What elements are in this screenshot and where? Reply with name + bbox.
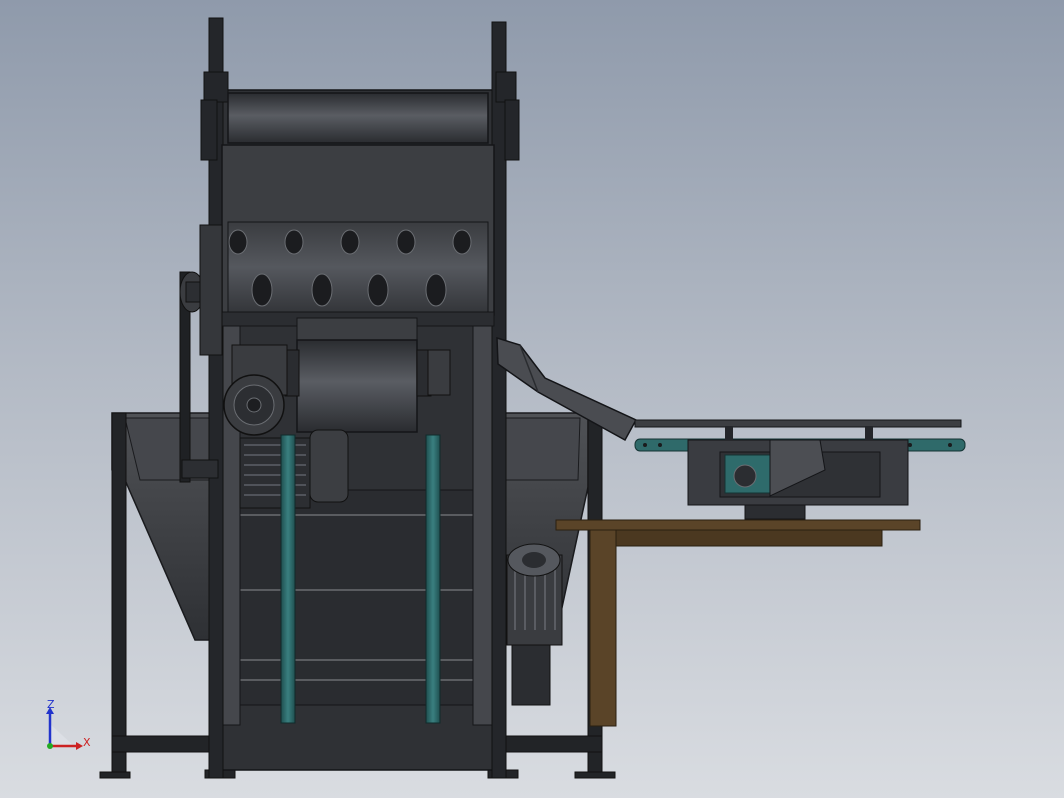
x-axis-label: X [83,736,91,749]
machine-model-render[interactable] [0,0,1064,798]
lower-roller [284,317,432,433]
coordinate-triad: Z X [38,696,98,756]
crusher-drum [221,144,495,327]
secondary-motor [506,543,563,706]
conveyor-unit [634,419,966,520]
cad-viewport[interactable]: Z X [0,0,1064,798]
z-axis-label: Z [47,698,55,711]
table [555,519,921,727]
top-roller [227,92,489,144]
